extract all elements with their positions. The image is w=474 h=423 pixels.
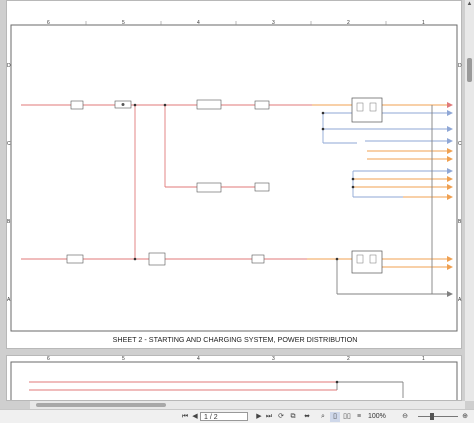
fit-page-icon[interactable]: ⧉ [288,412,298,422]
row-label: A [458,297,462,303]
row-label: A [7,297,11,303]
horizontal-scrollbar[interactable] [30,401,465,409]
first-page-icon[interactable]: ◀ [190,412,200,422]
column-label: 4 [197,356,200,362]
connector-c2 [254,100,270,110]
column-label: 2 [347,20,350,26]
fit-width-icon[interactable]: ⬌ [302,412,312,422]
zoom-in-icon[interactable]: ⊕ [460,412,470,422]
fuse-box-upper [351,97,383,123]
zoom-out-icon[interactable]: ⊖ [400,412,410,422]
connector-c4 [251,254,265,264]
column-labels: 6 5 4 3 2 1 [47,356,425,362]
fuse-lower [66,254,84,264]
column-label: 1 [422,20,425,26]
junction-dots [133,103,355,261]
connector-c3 [254,182,270,192]
horizontal-scroll-thumb[interactable] [36,403,166,407]
pdf-page-2: 6 5 4 3 2 1 [6,355,462,401]
page-number-input[interactable]: 1 / 2 [200,412,248,421]
column-label: 4 [197,20,200,26]
column-label: 3 [272,20,275,26]
fuse-box-lower [351,250,383,274]
starter-relay [148,252,166,266]
terminal-arrows [447,102,453,297]
row-label: B [458,219,462,225]
wiring-diagram: 6 5 4 3 2 1 D C B A D C B A SHEET 2 - ST… [7,20,462,344]
rotate-icon[interactable]: ⟳ [276,412,286,422]
connector-c1 [70,100,84,110]
pdf-viewer: 6 5 4 3 2 1 D C B A D C B A SHEET 2 - ST… [0,0,474,423]
fuse-main [114,100,132,109]
zoom-slider-knob[interactable] [430,413,434,420]
vertical-scrollbar[interactable]: ▲ [465,0,474,401]
next-page-icon[interactable]: ▶ [254,412,264,422]
scroll-up-icon[interactable]: ▲ [465,0,474,9]
column-ticks [85,21,387,25]
wiring-diagram-page-2: 6 5 4 3 2 1 [10,356,458,400]
column-label: 5 [122,356,125,362]
signal-wires [322,112,447,198]
zoom-slider-track[interactable] [418,416,458,417]
relay-block-1 [196,99,222,110]
sheet-border [10,24,458,332]
row-label: C [458,141,462,147]
search-icon[interactable]: ⌕ [318,412,328,422]
pdf-page-1: 6 5 4 3 2 1 D C B A D C B A SHEET 2 - ST… [6,0,462,349]
sheet-title: SHEET 2 - STARTING AND CHARGING SYSTEM, … [113,335,358,344]
vertical-scroll-thumb[interactable] [467,58,472,82]
single-page-icon[interactable]: ▯ [330,412,340,422]
bottom-toolbar: ⏮ ◀ 1 / 2 ▶ ⏭ ⟳ ⧉ ⬌ ⌕ ▯ ▯▯ ≡ 100% ⊖ ⊕ [0,409,474,423]
two-page-icon[interactable]: ▯▯ [342,412,352,422]
column-label: 2 [347,356,350,362]
last-page-icon[interactable]: ⏭ [264,412,274,422]
relay-block-2 [196,182,222,193]
row-label: C [7,141,11,147]
row-label: D [7,63,11,69]
column-label: 6 [47,356,50,362]
column-label: 3 [272,356,275,362]
column-label: 1 [422,356,425,362]
power-wires [21,104,312,260]
row-label: D [458,63,462,69]
prev-page-icon[interactable]: ⏮ [180,412,190,422]
zoom-level[interactable]: 100% [368,412,398,422]
scroll-mode-icon[interactable]: ≡ [354,412,364,422]
row-label: B [7,219,11,225]
column-label: 5 [122,20,125,26]
column-label: 6 [47,20,50,26]
